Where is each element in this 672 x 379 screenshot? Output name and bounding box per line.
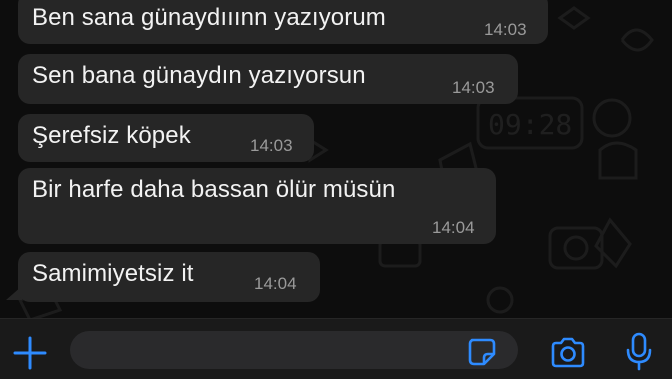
message-timestamp: 14:04 xyxy=(432,218,475,237)
microphone-icon xyxy=(626,332,652,371)
sticker-icon xyxy=(468,338,496,366)
message-bubble[interactable]: Bir harfe daha bassan ölür müsün 14:04 xyxy=(18,168,496,244)
message-text: Samimiyetsiz it xyxy=(32,260,194,287)
message-timestamp: 14:03 xyxy=(250,136,293,155)
message-timestamp: 14:03 xyxy=(484,20,527,39)
camera-icon xyxy=(551,337,585,368)
wallpaper-clock-text: 09:28 xyxy=(488,108,572,141)
message-text: Sen bana günaydın yazıyorsun xyxy=(32,62,366,89)
message-input-bar xyxy=(0,318,672,379)
message-timestamp: 14:04 xyxy=(254,274,297,293)
plus-icon xyxy=(13,336,47,370)
message-bubble[interactable]: Şerefsiz köpek 14:03 xyxy=(18,114,314,162)
chat-area: 09:28 Ben sana günaydııınn yazıyorum 14:… xyxy=(0,0,672,318)
message-timestamp: 14:03 xyxy=(452,78,495,97)
microphone-button[interactable] xyxy=(624,331,654,373)
message-text: Bir harfe daha bassan ölür müsün xyxy=(32,176,396,203)
message-text: Ben sana günaydııınn yazıyorum xyxy=(32,4,386,31)
message-bubble[interactable]: Ben sana günaydııınn yazıyorum 14:03 xyxy=(18,0,548,44)
message-bubble[interactable]: Sen bana günaydın yazıyorsun 14:03 xyxy=(18,54,518,104)
attach-button[interactable] xyxy=(10,335,50,371)
message-input[interactable] xyxy=(70,331,518,369)
camera-button[interactable] xyxy=(548,337,588,369)
message-bubble[interactable]: Samimiyetsiz it 14:04 xyxy=(18,252,320,302)
sticker-button[interactable] xyxy=(466,337,500,367)
message-text: Şerefsiz köpek xyxy=(32,122,191,149)
